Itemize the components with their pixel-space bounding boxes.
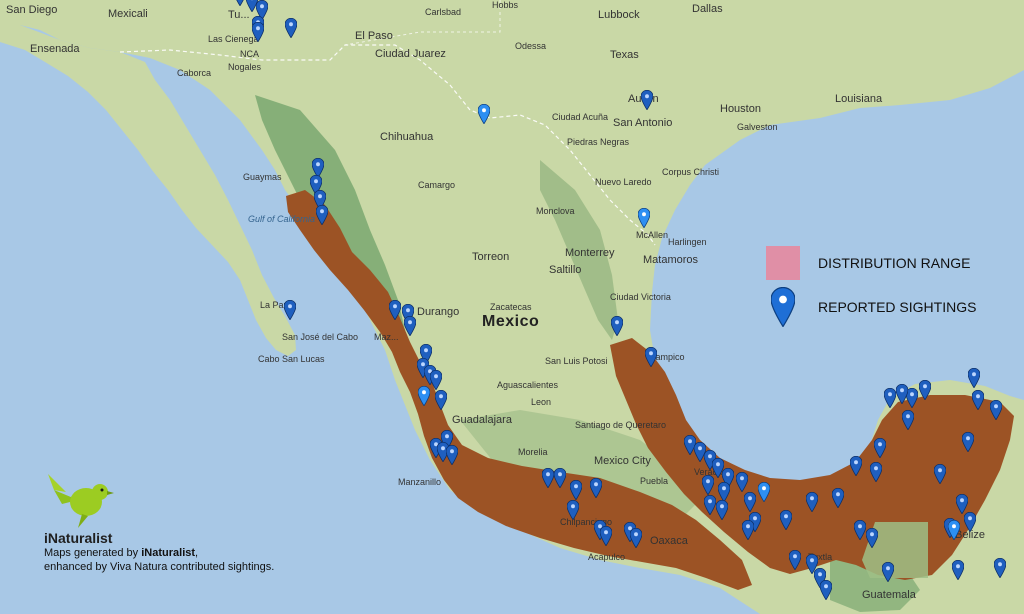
label-cabo-san-lucas: Cabo San Lucas: [258, 354, 325, 364]
legend-range-label: DISTRIBUTION RANGE: [818, 255, 971, 271]
label-chihuahua: Chihuahua: [380, 131, 434, 143]
label-tucson: Tu...: [228, 9, 250, 21]
label-san-luis-potosi: San Luis Potosi: [545, 356, 608, 366]
label-aguascalientes: Aguascalientes: [497, 380, 559, 390]
label-dallas: Dallas: [692, 3, 723, 15]
label-carlsbad: Carlsbad: [425, 7, 461, 17]
label-nuevo-laredo: Nuevo Laredo: [595, 177, 652, 187]
label-leon: Leon: [531, 397, 551, 407]
label-corpus-christi: Corpus Christi: [662, 167, 719, 177]
label-guadalajara: Guadalajara: [452, 414, 513, 426]
label-ciudad-juarez: Ciudad Juarez: [375, 48, 446, 60]
legend-distribution-range: DISTRIBUTION RANGE: [766, 246, 1016, 280]
label-piedras-negras: Piedras Negras: [567, 137, 630, 147]
label-houston: Houston: [720, 103, 761, 115]
label-guaymas: Guaymas: [243, 172, 282, 182]
label-ciudad-acuna: Ciudad Acuña: [552, 112, 608, 122]
label-galveston: Galveston: [737, 122, 778, 132]
label-nca: NCA: [240, 49, 259, 59]
label-guatemala: Guatemala: [862, 589, 917, 601]
label-saltillo: Saltillo: [549, 264, 581, 276]
legend-sightings-label: REPORTED SIGHTINGS: [818, 299, 977, 315]
label-camargo: Camargo: [418, 180, 455, 190]
label-durango: Durango: [417, 306, 459, 318]
label-mexicali: Mexicali: [108, 8, 148, 20]
label-las-cienega: Las Cienega: [208, 34, 259, 44]
map-pin-icon: [766, 287, 800, 327]
label-san-jose-del-cabo: San José del Cabo: [282, 332, 358, 342]
label-harlingen: Harlingen: [668, 237, 707, 247]
label-oaxaca: Oaxaca: [650, 535, 689, 547]
label-queretaro: Santiago de Queretaro: [575, 420, 666, 430]
label-odessa: Odessa: [515, 41, 546, 51]
label-san-antonio: San Antonio: [613, 117, 672, 129]
label-mexico-city: Mexico City: [594, 455, 651, 467]
label-hobbs: Hobbs: [492, 0, 519, 10]
brand-credit-line-2: enhanced by Viva Natura contributed sigh…: [44, 561, 275, 573]
label-ciudad-victoria: Ciudad Victoria: [610, 292, 671, 302]
label-nogales: Nogales: [228, 62, 262, 72]
label-san-diego: San Diego: [6, 4, 57, 16]
label-matamoros: Matamoros: [643, 254, 699, 266]
country-label-mexico: Mexico: [482, 313, 539, 330]
label-caborca: Caborca: [177, 68, 211, 78]
inaturalist-branding: iNaturalist Maps generated by iNaturalis…: [44, 470, 364, 574]
brand-credit-line-1: Maps generated by iNaturalist,: [44, 547, 199, 559]
label-morelia: Morelia: [518, 447, 548, 457]
label-zacatecas: Zacatecas: [490, 302, 532, 312]
map-legend: DISTRIBUTION RANGE REPORTED SIGHTINGS: [766, 246, 1016, 334]
label-el-paso: El Paso: [355, 30, 393, 42]
inaturalist-bird-icon: [48, 474, 114, 528]
label-monclova: Monclova: [536, 206, 575, 216]
label-monterrey: Monterrey: [565, 247, 615, 259]
brand-name: iNaturalist: [44, 530, 113, 546]
label-lubbock: Lubbock: [598, 9, 640, 21]
label-texas: Texas: [610, 49, 639, 61]
legend-reported-sightings: REPORTED SIGHTINGS: [766, 287, 1016, 327]
label-manzanillo: Manzanillo: [398, 477, 441, 487]
label-gulf-of-california: Gulf of California: [248, 214, 315, 224]
label-louisiana: Louisiana: [835, 93, 883, 105]
label-ensenada: Ensenada: [30, 43, 80, 55]
label-torreon: Torreon: [472, 251, 509, 263]
label-acapulco: Acapulco: [588, 552, 625, 562]
distribution-range-swatch: [766, 246, 800, 280]
label-mazatlan: Maz...: [374, 332, 399, 342]
label-puebla: Puebla: [640, 476, 668, 486]
label-mcallen: McAllen: [636, 230, 668, 240]
